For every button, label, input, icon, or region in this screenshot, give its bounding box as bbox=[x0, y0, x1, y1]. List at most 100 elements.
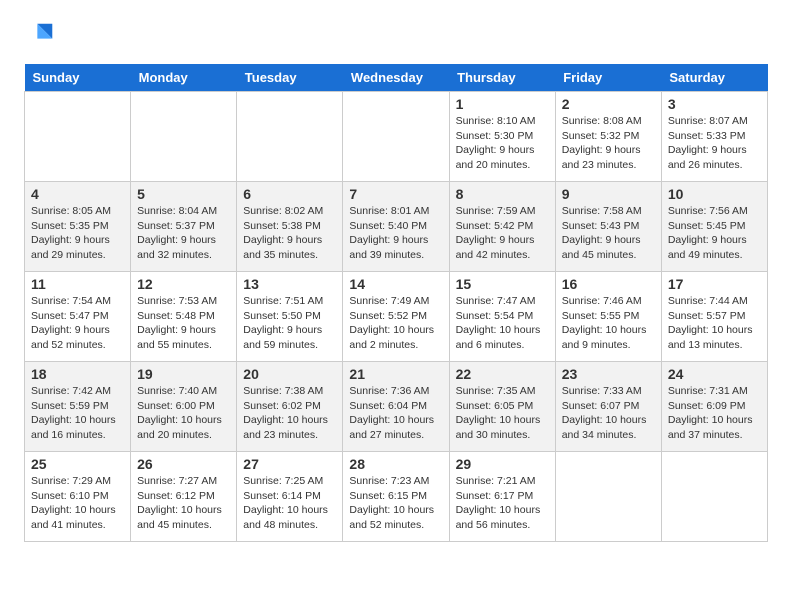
day-number: 11 bbox=[31, 276, 124, 292]
day-number: 7 bbox=[349, 186, 442, 202]
day-info: Sunrise: 7:47 AMSunset: 5:54 PMDaylight:… bbox=[456, 294, 549, 353]
day-info: Sunrise: 8:08 AMSunset: 5:32 PMDaylight:… bbox=[562, 114, 655, 173]
day-info: Sunrise: 7:38 AMSunset: 6:02 PMDaylight:… bbox=[243, 384, 336, 443]
day-number: 16 bbox=[562, 276, 655, 292]
calendar-cell: 5Sunrise: 8:04 AMSunset: 5:37 PMDaylight… bbox=[131, 182, 237, 272]
header-cell-tuesday: Tuesday bbox=[237, 64, 343, 92]
day-number: 28 bbox=[349, 456, 442, 472]
calendar-cell: 13 Sunrise: 7:51 AMSunset: 5:50 PMDayligh… bbox=[237, 272, 343, 362]
day-number: 25 bbox=[31, 456, 124, 472]
day-info: Sunrise: 7:59 AMSunset: 5:42 PMDaylight:… bbox=[456, 204, 549, 263]
calendar-table: SundayMondayTuesdayWednesdayThursdayFrid… bbox=[24, 64, 768, 542]
day-info: Sunrise: 7:46 AMSunset: 5:55 PMDaylight:… bbox=[562, 294, 655, 353]
day-info: Sunrise: 7:58 AMSunset: 5:43 PMDaylight:… bbox=[562, 204, 655, 263]
calendar-cell: 27 Sunrise: 7:25 AMSunset: 6:14 PMDayligh… bbox=[237, 452, 343, 542]
header-cell-monday: Monday bbox=[131, 64, 237, 92]
header-cell-wednesday: Wednesday bbox=[343, 64, 449, 92]
calendar-cell: 14Sunrise: 7:49 AMSunset: 5:52 PMDayligh… bbox=[343, 272, 449, 362]
calendar-cell: 21Sunrise: 7:36 AMSunset: 6:04 PMDayligh… bbox=[343, 362, 449, 452]
week-row-0: 1 Sunrise: 8:10 AMSunset: 5:30 PMDaylight… bbox=[25, 92, 768, 182]
calendar-cell: 26 Sunrise: 7:27 AMSunset: 6:12 PMDayligh… bbox=[131, 452, 237, 542]
logo-icon bbox=[28, 20, 56, 48]
day-info: Sunrise: 7:29 AMSunset: 6:10 PMDaylight:… bbox=[31, 474, 124, 533]
day-info: Sunrise: 7:33 AMSunset: 6:07 PMDaylight:… bbox=[562, 384, 655, 443]
calendar-cell: 23 Sunrise: 7:33 AMSunset: 6:07 PMDayligh… bbox=[555, 362, 661, 452]
calendar-body: 1 Sunrise: 8:10 AMSunset: 5:30 PMDaylight… bbox=[25, 92, 768, 542]
calendar-cell: 28 Sunrise: 7:23 AMSunset: 6:15 PMDayligh… bbox=[343, 452, 449, 542]
header-cell-saturday: Saturday bbox=[661, 64, 767, 92]
day-number: 18 bbox=[31, 366, 124, 382]
day-info: Sunrise: 8:02 AMSunset: 5:38 PMDaylight:… bbox=[243, 204, 336, 263]
day-number: 12 bbox=[137, 276, 230, 292]
day-number: 5 bbox=[137, 186, 230, 202]
calendar-cell: 4 Sunrise: 8:05 AMSunset: 5:35 PMDaylight… bbox=[25, 182, 131, 272]
day-number: 10 bbox=[668, 186, 761, 202]
calendar-cell: 6 Sunrise: 8:02 AMSunset: 5:38 PMDaylight… bbox=[237, 182, 343, 272]
day-info: Sunrise: 7:25 AMSunset: 6:14 PMDaylight:… bbox=[243, 474, 336, 533]
day-info: Sunrise: 7:35 AMSunset: 6:05 PMDaylight:… bbox=[456, 384, 549, 443]
day-info: Sunrise: 8:05 AMSunset: 5:35 PMDaylight:… bbox=[31, 204, 124, 263]
calendar-cell: 24Sunrise: 7:31 AMSunset: 6:09 PMDayligh… bbox=[661, 362, 767, 452]
day-number: 6 bbox=[243, 186, 336, 202]
day-info: Sunrise: 8:07 AMSunset: 5:33 PMDaylight:… bbox=[668, 114, 761, 173]
day-number: 14 bbox=[349, 276, 442, 292]
week-row-1: 4 Sunrise: 8:05 AMSunset: 5:35 PMDaylight… bbox=[25, 182, 768, 272]
calendar-cell bbox=[131, 92, 237, 182]
calendar-cell bbox=[343, 92, 449, 182]
calendar-cell: 7Sunrise: 8:01 AMSunset: 5:40 PMDaylight… bbox=[343, 182, 449, 272]
day-info: Sunrise: 7:40 AMSunset: 6:00 PMDaylight:… bbox=[137, 384, 230, 443]
calendar-cell: 11 Sunrise: 7:54 AMSunset: 5:47 PMDayligh… bbox=[25, 272, 131, 362]
calendar-cell: 12 Sunrise: 7:53 AMSunset: 5:48 PMDayligh… bbox=[131, 272, 237, 362]
calendar-cell: 22 Sunrise: 7:35 AMSunset: 6:05 PMDayligh… bbox=[449, 362, 555, 452]
calendar-cell: 8 Sunrise: 7:59 AMSunset: 5:42 PMDaylight… bbox=[449, 182, 555, 272]
day-number: 19 bbox=[137, 366, 230, 382]
day-number: 22 bbox=[456, 366, 549, 382]
calendar-cell: 1 Sunrise: 8:10 AMSunset: 5:30 PMDaylight… bbox=[449, 92, 555, 182]
day-number: 27 bbox=[243, 456, 336, 472]
calendar-cell: 29Sunrise: 7:21 AMSunset: 6:17 PMDayligh… bbox=[449, 452, 555, 542]
day-info: Sunrise: 7:44 AMSunset: 5:57 PMDaylight:… bbox=[668, 294, 761, 353]
calendar-cell bbox=[661, 452, 767, 542]
day-number: 26 bbox=[137, 456, 230, 472]
logo bbox=[24, 20, 56, 48]
day-number: 24 bbox=[668, 366, 761, 382]
header-cell-friday: Friday bbox=[555, 64, 661, 92]
calendar-cell: 16 Sunrise: 7:46 AMSunset: 5:55 PMDayligh… bbox=[555, 272, 661, 362]
page-header bbox=[24, 20, 768, 48]
calendar-cell: 15 Sunrise: 7:47 AMSunset: 5:54 PMDayligh… bbox=[449, 272, 555, 362]
calendar-cell bbox=[555, 452, 661, 542]
day-info: Sunrise: 8:10 AMSunset: 5:30 PMDaylight:… bbox=[456, 114, 549, 173]
page-container: SundayMondayTuesdayWednesdayThursdayFrid… bbox=[0, 0, 792, 562]
day-number: 4 bbox=[31, 186, 124, 202]
day-number: 20 bbox=[243, 366, 336, 382]
calendar-cell: 17Sunrise: 7:44 AMSunset: 5:57 PMDayligh… bbox=[661, 272, 767, 362]
day-number: 1 bbox=[456, 96, 549, 112]
day-number: 3 bbox=[668, 96, 761, 112]
calendar-cell: 2 Sunrise: 8:08 AMSunset: 5:32 PMDaylight… bbox=[555, 92, 661, 182]
day-info: Sunrise: 7:51 AMSunset: 5:50 PMDaylight:… bbox=[243, 294, 336, 353]
calendar-cell: 9Sunrise: 7:58 AMSunset: 5:43 PMDaylight… bbox=[555, 182, 661, 272]
day-info: Sunrise: 7:23 AMSunset: 6:15 PMDaylight:… bbox=[349, 474, 442, 533]
day-info: Sunrise: 7:56 AMSunset: 5:45 PMDaylight:… bbox=[668, 204, 761, 263]
day-number: 8 bbox=[456, 186, 549, 202]
day-info: Sunrise: 7:54 AMSunset: 5:47 PMDaylight:… bbox=[31, 294, 124, 353]
calendar-cell bbox=[25, 92, 131, 182]
day-info: Sunrise: 7:36 AMSunset: 6:04 PMDaylight:… bbox=[349, 384, 442, 443]
calendar-cell: 20 Sunrise: 7:38 AMSunset: 6:02 PMDayligh… bbox=[237, 362, 343, 452]
header-row: SundayMondayTuesdayWednesdayThursdayFrid… bbox=[25, 64, 768, 92]
day-number: 23 bbox=[562, 366, 655, 382]
day-number: 15 bbox=[456, 276, 549, 292]
day-number: 2 bbox=[562, 96, 655, 112]
calendar-cell: 19 Sunrise: 7:40 AMSunset: 6:00 PMDayligh… bbox=[131, 362, 237, 452]
calendar-cell bbox=[237, 92, 343, 182]
calendar-cell: 3 Sunrise: 8:07 AMSunset: 5:33 PMDaylight… bbox=[661, 92, 767, 182]
header-cell-thursday: Thursday bbox=[449, 64, 555, 92]
day-number: 13 bbox=[243, 276, 336, 292]
week-row-4: 25 Sunrise: 7:29 AMSunset: 6:10 PMDayligh… bbox=[25, 452, 768, 542]
day-info: Sunrise: 7:27 AMSunset: 6:12 PMDaylight:… bbox=[137, 474, 230, 533]
day-info: Sunrise: 7:53 AMSunset: 5:48 PMDaylight:… bbox=[137, 294, 230, 353]
day-number: 29 bbox=[456, 456, 549, 472]
day-info: Sunrise: 7:42 AMSunset: 5:59 PMDaylight:… bbox=[31, 384, 124, 443]
week-row-2: 11 Sunrise: 7:54 AMSunset: 5:47 PMDayligh… bbox=[25, 272, 768, 362]
calendar-cell: 25 Sunrise: 7:29 AMSunset: 6:10 PMDayligh… bbox=[25, 452, 131, 542]
